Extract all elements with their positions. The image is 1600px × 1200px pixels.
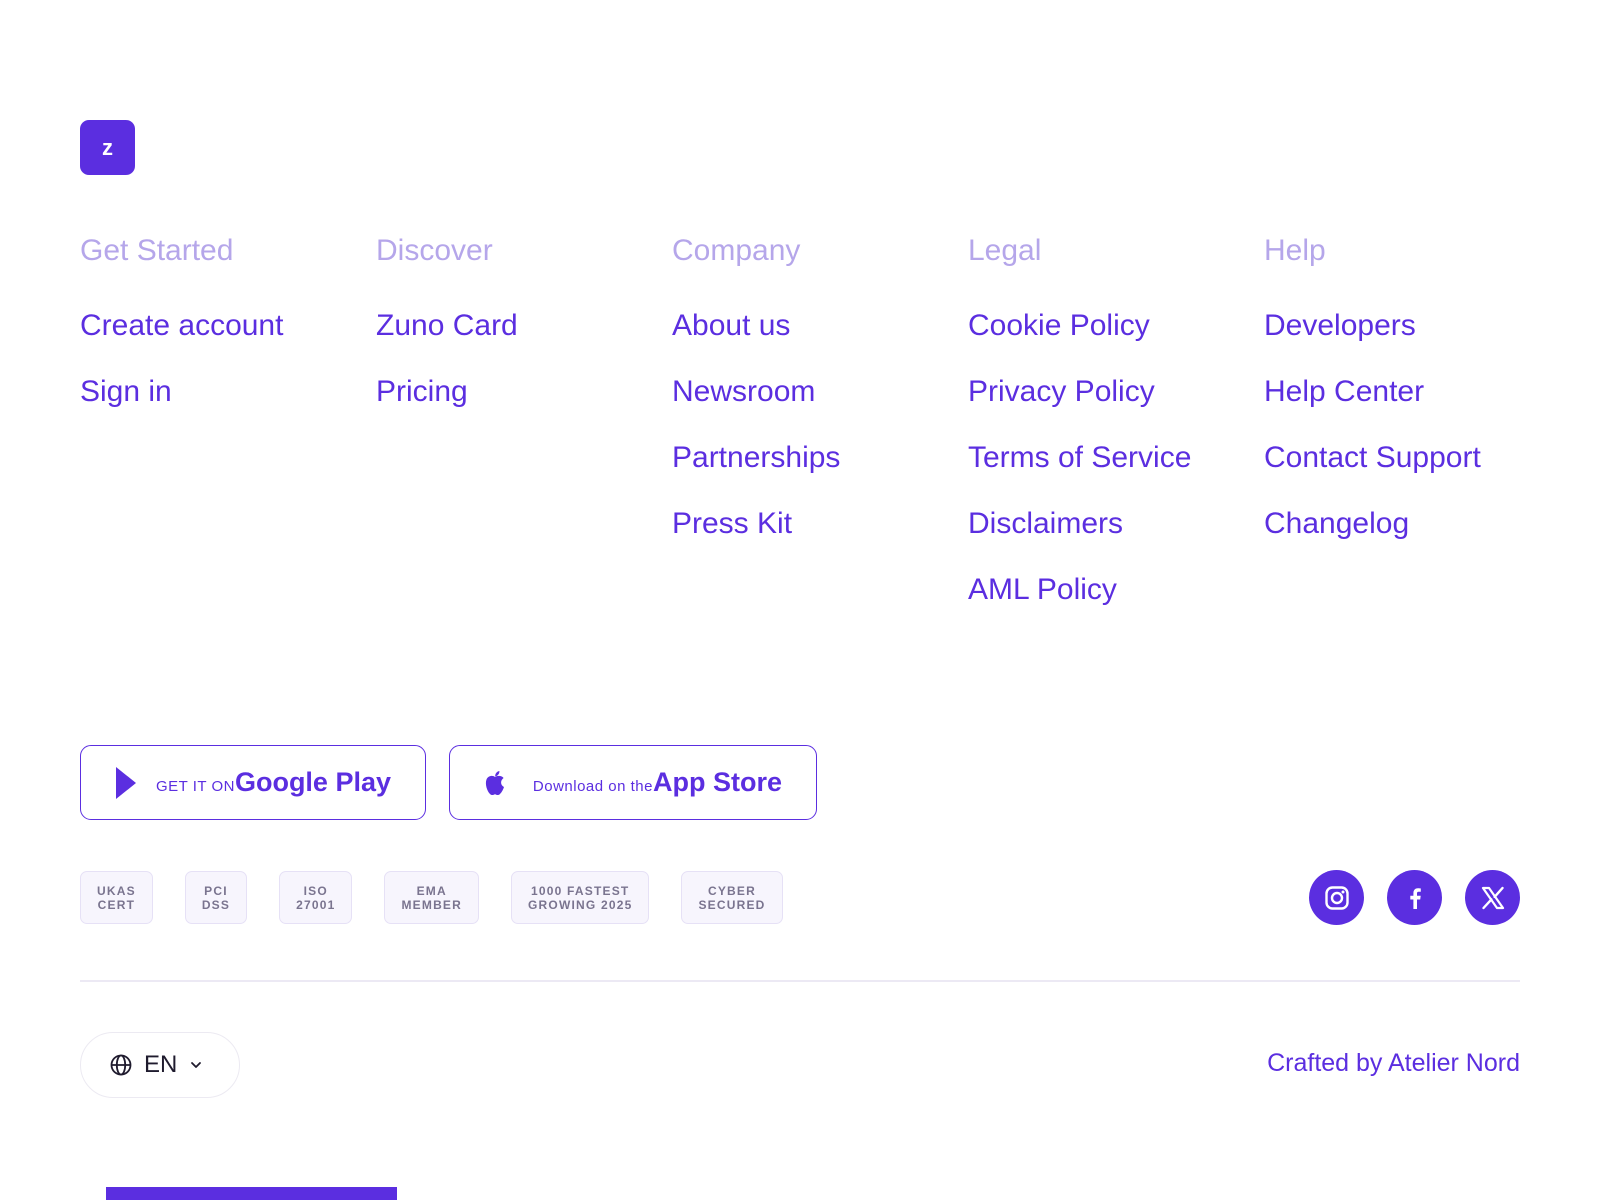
app-store-big-text: App Store (652, 767, 782, 797)
column-help: Help Developers Help Center Contact Supp… (1264, 232, 1560, 636)
badge-line: SECURED (698, 897, 766, 912)
app-store-buttons: GET IT ON Google Play Download on the Ap… (80, 745, 817, 820)
link-terms-of-service[interactable]: Terms of Service (968, 438, 1264, 504)
badge-iso-27001: ISO 27001 (279, 871, 353, 924)
column-heading: Get Started (80, 234, 234, 267)
badge-cyber-secured: CYBER SECURED (681, 871, 783, 924)
logo-letter: z (102, 134, 113, 160)
link-developers[interactable]: Developers (1264, 306, 1560, 372)
badge-line: DSS (201, 897, 231, 912)
bottom-accent-bar (106, 1187, 397, 1200)
footer-link-columns: Get Started Create account Sign in Disco… (80, 232, 1560, 636)
footer-divider (80, 980, 1520, 982)
social-links (1309, 870, 1520, 925)
facebook-button[interactable] (1387, 870, 1442, 925)
chevron-down-icon (191, 1062, 202, 1068)
link-press-kit[interactable]: Press Kit (672, 504, 968, 570)
play-triangle-icon (115, 766, 142, 800)
badge-line: EMA (416, 883, 447, 898)
column-get-started: Get Started Create account Sign in (80, 232, 376, 636)
crafted-by-credit[interactable]: Crafted by Atelier Nord (1267, 1049, 1520, 1078)
column-heading: Company (672, 234, 801, 267)
google-play-small-text: GET IT ON (155, 778, 235, 795)
badge-ukas-cert: UKAS CERT (80, 871, 153, 924)
link-about-us[interactable]: About us (672, 306, 968, 372)
column-heading: Help (1264, 234, 1326, 267)
link-help-center[interactable]: Help Center (1264, 372, 1560, 438)
instagram-icon (1324, 885, 1349, 910)
column-heading: Discover (376, 234, 493, 267)
badge-line: 27001 (296, 897, 336, 912)
badge-ema-member: EMA MEMBER (384, 871, 480, 924)
link-cookie-policy[interactable]: Cookie Policy (968, 306, 1264, 372)
globe-icon (110, 1054, 132, 1076)
link-newsroom[interactable]: Newsroom (672, 372, 968, 438)
google-play-button[interactable]: GET IT ON Google Play (80, 745, 426, 820)
brand-logo[interactable]: z (80, 120, 135, 175)
language-selector[interactable]: EN (80, 1032, 240, 1098)
badge-line: CERT (97, 897, 136, 912)
badge-line: GROWING 2025 (528, 897, 633, 912)
badge-pci-dss: PCI DSS (184, 871, 248, 924)
link-create-account[interactable]: Create account (80, 306, 376, 372)
badge-line: UKAS (97, 883, 136, 898)
certification-badges: UKAS CERT PCI DSS ISO 27001 EMA MEMBER 1… (80, 871, 783, 924)
badge-line: PCI (204, 883, 228, 898)
link-disclaimers[interactable]: Disclaimers (968, 504, 1264, 570)
apple-icon (484, 770, 519, 796)
link-zuno-card[interactable]: Zuno Card (376, 306, 672, 372)
language-code: EN (144, 1051, 178, 1078)
column-heading: Legal (968, 234, 1042, 267)
app-store-button[interactable]: Download on the App Store (449, 745, 817, 820)
link-partnerships[interactable]: Partnerships (672, 438, 968, 504)
column-company: Company About us Newsroom Partnerships P… (672, 232, 968, 636)
column-legal: Legal Cookie Policy Privacy Policy Terms… (968, 232, 1264, 636)
column-discover: Discover Zuno Card Pricing (376, 232, 672, 636)
facebook-icon (1409, 887, 1421, 909)
badge-line: 1000 FASTEST (531, 883, 630, 898)
link-contact-support[interactable]: Contact Support (1264, 438, 1560, 504)
link-sign-in[interactable]: Sign in (80, 372, 376, 438)
x-button[interactable] (1465, 870, 1520, 925)
badge-line: ISO (303, 883, 328, 898)
link-privacy-policy[interactable]: Privacy Policy (968, 372, 1264, 438)
badge-line: CYBER (707, 883, 756, 898)
link-changelog[interactable]: Changelog (1264, 504, 1560, 570)
x-icon (1481, 886, 1504, 909)
instagram-button[interactable] (1309, 870, 1364, 925)
link-pricing[interactable]: Pricing (376, 372, 672, 438)
link-aml-policy[interactable]: AML Policy (968, 570, 1264, 636)
google-play-big-text: Google Play (234, 767, 391, 797)
badge-line: MEMBER (401, 897, 463, 912)
app-store-small-text: Download on the (532, 778, 653, 795)
badge-1000-fastest: 1000 FASTEST GROWING 2025 (511, 871, 650, 924)
